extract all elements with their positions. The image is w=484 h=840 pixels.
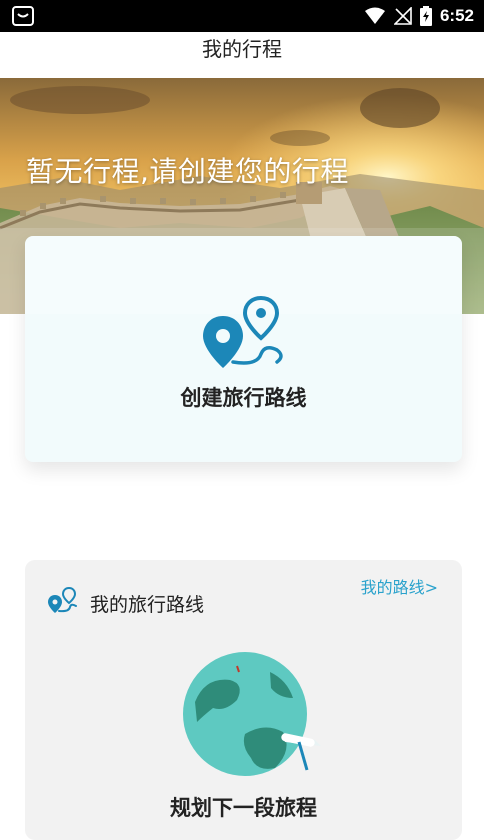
my-routes-link[interactable]: 我的路线>: [361, 574, 438, 598]
status-bar: 6:52: [0, 0, 484, 32]
globe-plane-icon: [183, 652, 321, 776]
plan-next-trip-label: 规划下一段旅程: [170, 796, 317, 820]
my-routes-title: 我的旅行路线: [90, 594, 205, 616]
notification-icon: [12, 6, 34, 26]
battery-icon: [419, 6, 432, 26]
banner-title: 暂无行程,请创建您的行程: [26, 155, 349, 188]
no-signal-icon: [393, 7, 412, 25]
status-time: 6:52: [439, 6, 474, 25]
route-pin-icon: [203, 295, 283, 368]
page-title: 我的行程: [202, 37, 282, 61]
create-route-card[interactable]: 创建旅行路线: [25, 236, 462, 462]
route-pin-icon-small: [48, 587, 77, 613]
create-route-label: 创建旅行路线: [180, 386, 307, 410]
top-bar: 我的行程: [0, 32, 484, 78]
wifi-icon: [364, 7, 385, 24]
my-routes-card: 我的旅行路线 我的路线> 规划下一段旅程: [25, 560, 462, 840]
